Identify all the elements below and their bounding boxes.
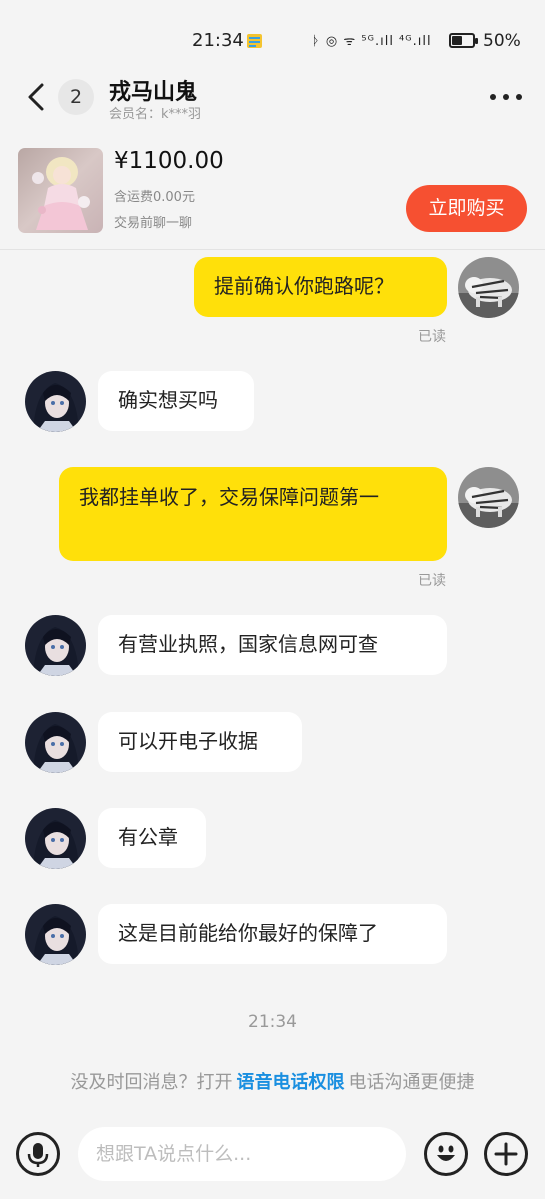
product-price: ¥1100.00	[114, 148, 224, 174]
buy-now-button[interactable]: 立即购买	[406, 185, 527, 232]
contact-avatar[interactable]	[25, 712, 86, 773]
pre-trade-note: 交易前聊一聊	[114, 216, 193, 231]
contact-message-bubble[interactable]: 有营业执照，国家信息网可查	[98, 615, 447, 675]
product-image[interactable]	[18, 148, 103, 233]
contact-avatar[interactable]	[25, 615, 86, 676]
tip-prefix: 没及时回消息？打开	[70, 1072, 233, 1093]
shipping-info: 含运费0.00元	[114, 190, 195, 205]
status-bar: 21:34 ᚦ ◎ ᯤ ⁵ᴳ.ıll ⁴ᴳ.ıll 50%	[0, 0, 545, 80]
battery-percent: 50%	[483, 31, 521, 51]
read-status: 已读	[418, 573, 446, 589]
my-message-bubble[interactable]: 我都挂单收了，交易保障问题第一	[59, 467, 447, 561]
my-avatar[interactable]	[458, 257, 519, 318]
read-status: 已读	[418, 329, 446, 345]
my-message-bubble[interactable]: 提前确认你跑路呢？	[194, 257, 447, 317]
unread-count-badge[interactable]: 2	[58, 79, 94, 115]
signal-icons: ᚦ ◎ ᯤ ⁵ᴳ.ıll ⁴ᴳ.ıll	[312, 34, 432, 49]
contact-avatar[interactable]	[25, 904, 86, 965]
voice-permission-link[interactable]: 语音电话权限	[237, 1072, 345, 1093]
contact-avatar[interactable]	[25, 371, 86, 432]
product-card[interactable]: ¥1100.00 含运费0.00元 交易前聊一聊 立即购买	[0, 140, 545, 250]
chat-timestamp: 21:34	[248, 1012, 297, 1032]
page-title: 戎马山鬼	[109, 80, 198, 105]
tip-suffix: 电话沟通更便捷	[348, 1072, 475, 1093]
emoji-icon[interactable]	[424, 1132, 468, 1176]
add-icon[interactable]	[484, 1132, 528, 1176]
battery-level	[452, 36, 462, 45]
back-icon[interactable]	[24, 82, 50, 112]
voice-call-tip: 没及时回消息？打开 语音电话权限 电话沟通更便捷	[0, 1068, 545, 1094]
contact-message-bubble[interactable]: 可以开电子收据	[98, 712, 302, 772]
member-name: 会员名：k***羽	[109, 107, 202, 122]
my-avatar[interactable]	[458, 467, 519, 528]
contact-avatar[interactable]	[25, 808, 86, 869]
chat-header: 2 戎马山鬼 会员名：k***羽	[0, 70, 545, 126]
status-time: 21:34	[192, 30, 244, 51]
contact-message-bubble[interactable]: 这是目前能给你最好的保障了	[98, 904, 447, 964]
contact-message-bubble[interactable]: 有公章	[98, 808, 206, 868]
more-icon[interactable]	[488, 94, 524, 102]
notification-icon	[247, 34, 262, 48]
battery-icon	[449, 33, 478, 48]
message-input[interactable]	[78, 1127, 406, 1181]
contact-message-bubble[interactable]: 确实想买吗	[98, 371, 254, 431]
microphone-icon[interactable]	[16, 1132, 60, 1176]
